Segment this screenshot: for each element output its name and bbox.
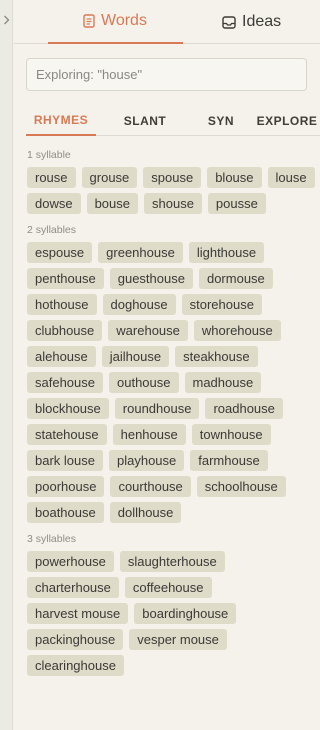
word-chip[interactable]: vesper mouse (129, 629, 227, 650)
rhyme-results: 1 syllable rouse grouse spouse blouse louse do… (27, 147, 317, 684)
word-chip[interactable]: doghouse (102, 294, 176, 315)
word-chip[interactable]: henhouse (112, 424, 186, 445)
word-chip[interactable]: pousse (207, 193, 266, 214)
word-chip[interactable]: espouse (27, 242, 93, 263)
word-chip[interactable]: dollhouse (109, 502, 182, 523)
word-chip-list: espouse greenhouse lighthouse penthouse gues… (27, 242, 317, 523)
word-chip[interactable]: lighthouse (188, 242, 265, 263)
word-chip[interactable]: jailhouse (101, 346, 170, 367)
word-chip[interactable]: coffeehouse (124, 577, 212, 598)
word-chip[interactable]: outhouse (109, 372, 179, 393)
word-chip[interactable]: penthouse (27, 268, 104, 289)
word-chip[interactable]: dowse (27, 193, 81, 214)
chevron-right-icon (4, 15, 10, 25)
word-chip-list: rouse grouse spouse blouse louse dowse bouse sh… (27, 167, 317, 214)
word-chip[interactable]: boathouse (27, 502, 104, 523)
sidebar-collapse-strip (0, 0, 13, 730)
search-input[interactable]: Exploring: "house" (26, 58, 307, 91)
word-chip[interactable]: storehouse (181, 294, 262, 315)
word-chip[interactable]: slaughterhouse (119, 551, 225, 572)
word-chip[interactable]: greenhouse (98, 242, 183, 263)
word-chip[interactable]: harvest mouse (27, 603, 129, 624)
word-chip[interactable]: townhouse (191, 424, 271, 445)
result-type-tabs: RHYMES SLANT SYN EXPLORE (26, 106, 320, 136)
word-chip[interactable]: packinghouse (27, 629, 124, 650)
tab-ideas-label: Ideas (242, 13, 282, 30)
word-chip[interactable]: courthouse (110, 476, 191, 497)
word-chip[interactable]: farmhouse (190, 450, 268, 471)
section-label: 2 syllables (27, 224, 77, 236)
word-chip[interactable]: poorhouse (27, 476, 105, 497)
top-tabs: Words Ideas (14, 0, 320, 44)
word-chip[interactable]: safehouse (27, 372, 103, 393)
collapse-button[interactable] (0, 8, 13, 32)
tab-explore[interactable]: EXPLORE (252, 106, 320, 136)
word-chip[interactable]: blouse (207, 167, 262, 188)
word-chip[interactable]: bouse (86, 193, 138, 214)
word-chip[interactable]: madhouse (184, 372, 262, 393)
tab-words[interactable]: Words (48, 0, 183, 44)
word-panel: Words Ideas Exploring: "house" RHYMES SL… (14, 0, 320, 730)
document-icon (83, 14, 95, 28)
word-chip[interactable]: playhouse (108, 450, 185, 471)
word-chip[interactable]: alehouse (27, 346, 96, 367)
word-chip[interactable]: dormouse (198, 268, 273, 289)
word-chip[interactable]: warehouse (108, 320, 188, 341)
word-chip[interactable]: roadhouse (205, 398, 283, 419)
section-label: 1 syllable (27, 149, 71, 161)
tab-rhymes[interactable]: RHYMES (26, 106, 96, 136)
word-chip[interactable]: guesthouse (109, 268, 193, 289)
word-chip[interactable]: statehouse (27, 424, 107, 445)
tab-ideas[interactable]: Ideas (222, 0, 281, 44)
word-chip[interactable]: spouse (143, 167, 202, 188)
word-chip[interactable]: boardinghouse (134, 603, 237, 624)
word-chip[interactable]: hothouse (27, 294, 97, 315)
word-chip[interactable]: steakhouse (175, 346, 258, 367)
word-chip[interactable]: roundhouse (114, 398, 200, 419)
word-chip[interactable]: rouse (27, 167, 76, 188)
tab-slant[interactable]: SLANT (110, 106, 180, 136)
tab-syn[interactable]: SYN (186, 106, 256, 136)
word-chip[interactable]: bark louse (27, 450, 103, 471)
word-chip[interactable]: charterhouse (27, 577, 119, 598)
word-chip[interactable]: louse (267, 167, 315, 188)
word-chip[interactable]: schoolhouse (196, 476, 286, 497)
inbox-icon (222, 15, 236, 29)
word-chip-list: powerhouse slaughterhouse charterhouse coff… (27, 551, 317, 676)
section-label: 3 syllables (27, 533, 77, 545)
word-chip[interactable]: blockhouse (27, 398, 109, 419)
word-chip[interactable]: shouse (144, 193, 202, 214)
word-chip[interactable]: clubhouse (27, 320, 103, 341)
word-chip[interactable]: grouse (81, 167, 138, 188)
word-chip[interactable]: whorehouse (193, 320, 281, 341)
tab-words-label: Words (101, 12, 147, 29)
word-chip[interactable]: powerhouse (27, 551, 114, 572)
word-chip[interactable]: clearinghouse (27, 655, 124, 676)
